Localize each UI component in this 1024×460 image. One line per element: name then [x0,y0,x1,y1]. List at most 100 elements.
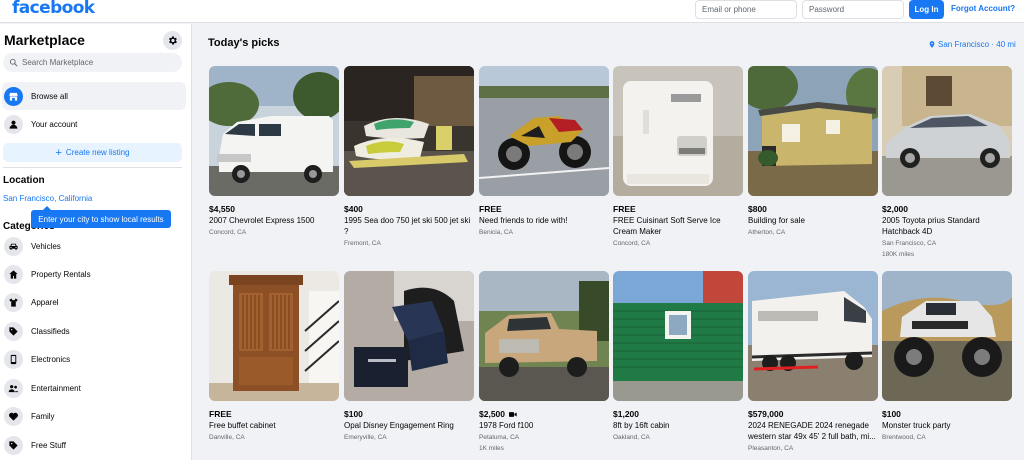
listing-card[interactable]: $100 Opal Disney Engagement Ring Emeryvi… [344,271,474,442]
listing-price: $800 [748,204,767,214]
password-field[interactable] [802,0,904,19]
heart-icon [4,406,23,426]
listing-card[interactable]: $100 Monster truck party Brentwood, CA [882,271,1012,442]
listing-location: San Francisco, CA [882,240,937,247]
location-filter-label: San Francisco · 40 mi [938,40,1016,49]
listing-card[interactable]: $400 1995 Sea doo 750 jet ski 500 jet sk… [344,66,474,248]
sidebar-title: Marketplace [4,32,85,48]
category-label: Apparel [31,297,59,307]
listing-price: $100 [882,409,901,419]
listing-photo-white-van [209,66,339,196]
location-link[interactable]: San Francisco, California [3,194,92,203]
listing-price: $400 [344,204,363,214]
listing-title: 1978 Ford f100 [479,421,534,430]
map-pin-icon [929,41,935,48]
category-family[interactable]: Family [2,403,186,429]
listing-price: FREE [209,409,232,419]
plus-icon: + [55,146,62,159]
divider [3,167,182,168]
page-title: Today's picks [208,37,280,49]
sidebar-item-browse-all[interactable]: Browse all [2,82,186,110]
listing-title: 8ft by 16ft cabin [613,421,670,430]
listing-card[interactable]: $800 Building for sale Atherton, CA [748,66,878,237]
category-label: Vehicles [31,241,61,251]
category-vehicles[interactable]: Vehicles [2,233,186,259]
category-free-stuff[interactable]: Free Stuff [2,432,186,458]
phone-icon [4,349,23,369]
listing-price: $2,500 [479,409,609,419]
listing-location: Petaluma, CA [479,434,520,441]
category-classifieds[interactable]: Classifieds [2,318,186,344]
listing-title: 2005 Toyota prius Standard Hatchback 4D [882,216,980,236]
forgot-account-link[interactable]: Forgot Account? [951,4,1015,13]
listing-location: Pleasanton, CA [748,445,794,452]
tag-icon [4,435,23,455]
category-label: Family [31,411,55,421]
category-label: Electronics [31,354,71,364]
category-electronics[interactable]: Electronics [2,346,186,372]
location-filter-button[interactable]: San Francisco · 40 mi [928,40,1016,49]
facebook-logo[interactable]: facebook [12,0,95,18]
video-icon [509,411,517,418]
listing-photo-monster-truck [882,271,1012,401]
search-icon [9,58,18,67]
search-input[interactable] [22,58,172,67]
create-listing-button[interactable]: + Create new listing [3,143,182,162]
listing-location: Emeryville, CA [344,434,387,441]
listing-photo-buffet-cabinet [209,271,339,401]
tag-icon [4,321,23,341]
listing-price: FREE [479,204,502,214]
listing-location: Concord, CA [613,240,651,247]
email-field[interactable] [695,0,797,19]
login-button[interactable]: Log In [909,0,944,19]
location-tooltip: Enter your city to show local results [31,206,171,228]
listing-title: Opal Disney Engagement Ring [344,421,454,430]
listing-photo-toy-hauler-rv [748,271,878,401]
gear-icon [169,36,177,45]
category-entertainment[interactable]: Entertainment [2,375,186,401]
listing-card[interactable]: $4,550 2007 Chevrolet Express 1500 Conco… [209,66,339,237]
listing-photo-ice-cream-maker [613,66,743,196]
marketplace-search[interactable] [3,53,182,72]
listing-card[interactable]: FREE FREE Cuisinart Soft Serve Ice Cream… [613,66,743,248]
category-label: Property Rentals [31,269,91,279]
listing-location: Benicia, CA [479,229,513,236]
listing-card[interactable]: $1,200 8ft by 16ft cabin Oakland, CA [613,271,743,442]
listing-mileage: 180K miles [882,251,915,258]
listing-photo-ring-box [344,271,474,401]
listing-price: $4,550 [209,204,235,214]
listing-card[interactable]: FREE Free buffet cabinet Danville, CA [209,271,339,442]
people-icon [4,378,23,398]
listing-card[interactable]: $579,000 2024 RENEGADE 2024 renegade wes… [748,271,878,453]
category-apparel[interactable]: Apparel [2,289,186,315]
listing-price: $100 [344,409,363,419]
listing-title: Building for sale [748,216,805,225]
listing-location: Concord, CA [209,229,247,236]
listing-price-value: $2,500 [479,409,505,419]
listing-location: Danville, CA [209,434,245,441]
location-heading: Location [3,175,45,186]
listing-title: 2007 Chevrolet Express 1500 [209,216,315,225]
sidebar: Marketplace Browse all Your account + Cr… [0,24,192,460]
category-property-rentals[interactable]: Property Rentals [2,261,186,287]
category-label: Free Stuff [31,440,66,450]
shirt-icon [4,292,23,312]
sidebar-item-your-account[interactable]: Your account [2,110,186,138]
settings-button[interactable] [163,31,182,50]
listing-location: Oakland, CA [613,434,650,441]
listing-price: FREE [613,204,636,214]
listing-photo-silver-prius [882,66,1012,196]
listing-photo-green-cabin [613,271,743,401]
listing-card[interactable]: $2,000 2005 Toyota prius Standard Hatchb… [882,66,1012,259]
storefront-icon [4,86,23,106]
listing-location: Atherton, CA [748,229,786,236]
listing-title: 2024 RENEGADE 2024 renegade western star… [748,421,876,441]
listing-mileage: 1K miles [479,445,504,452]
sidebar-item-label: Your account [31,119,78,129]
listing-card[interactable]: $2,500 1978 Ford f100 Petaluma, CA 1K mi… [479,271,609,453]
listing-price: $2,000 [882,204,908,214]
listing-card[interactable]: FREE Need friends to ride with! Benicia,… [479,66,609,237]
listing-title: Monster truck party [882,421,951,430]
top-bar: facebook Log In Forgot Account? [0,0,1024,23]
listing-location: Fremont, CA [344,240,381,247]
